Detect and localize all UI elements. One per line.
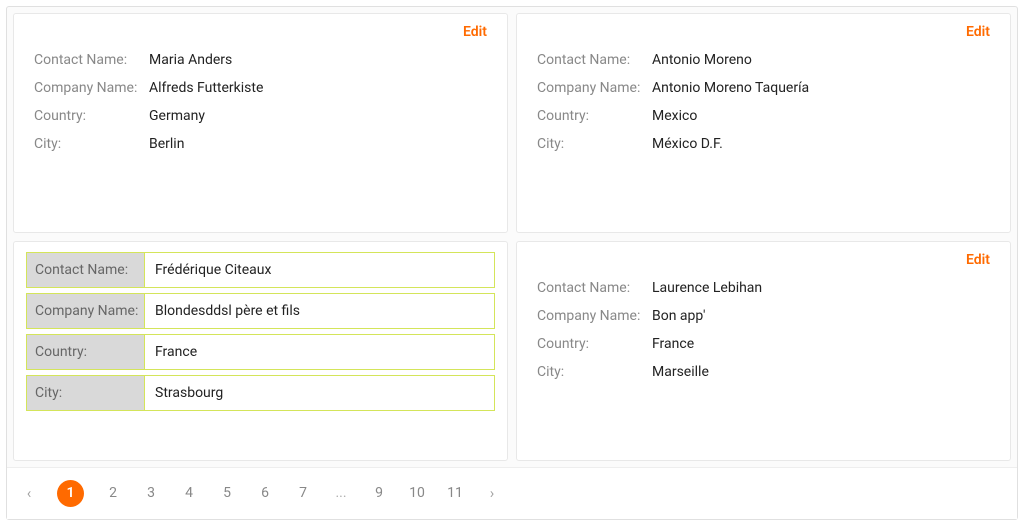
- field-row: City:Marseille: [537, 362, 990, 382]
- country-value: France: [652, 334, 694, 354]
- contact-name-label: Contact Name:: [537, 278, 652, 298]
- pager: ‹ 1234567... 9 10 11 ›: [7, 467, 1017, 519]
- card-toolbar: Edit: [537, 252, 990, 278]
- field-label: Contact Name:: [27, 253, 145, 287]
- pager-page[interactable]: 2: [104, 480, 122, 507]
- pager-page[interactable]: 4: [180, 480, 198, 507]
- field-row: Country:Mexico: [537, 106, 990, 126]
- city-value: Berlin: [149, 134, 184, 154]
- edit-button[interactable]: Edit: [463, 24, 487, 40]
- country-label: Country:: [34, 106, 149, 126]
- pager-prev[interactable]: ‹: [21, 480, 37, 507]
- pager-page[interactable]: 5: [218, 480, 236, 507]
- pager-ellipsis: ...: [332, 480, 350, 507]
- field-row: Contact Name:Laurence Lebihan: [537, 278, 990, 298]
- pager-page-current[interactable]: 1: [57, 480, 84, 507]
- pager-page[interactable]: 11: [446, 480, 464, 507]
- company-name-value: Alfreds Futterkiste: [149, 78, 263, 98]
- company-name-value: Bon app': [652, 306, 706, 326]
- edit-button[interactable]: Edit: [966, 252, 990, 268]
- field-row: City:México D.F.: [537, 134, 990, 154]
- country-label: Country:: [537, 106, 652, 126]
- company-name-label: Company Name:: [34, 78, 149, 98]
- field-row: Contact Name:Maria Anders: [34, 50, 487, 70]
- pager-next[interactable]: ›: [484, 480, 500, 507]
- contact-name-value: Maria Anders: [149, 50, 232, 70]
- city-value: México D.F.: [652, 134, 723, 154]
- contact-name-input[interactable]: [145, 253, 494, 287]
- edit-field-row: City:: [26, 375, 495, 411]
- city-value: Marseille: [652, 362, 709, 382]
- country-input[interactable]: [145, 335, 494, 369]
- edit-field-row: Country:: [26, 334, 495, 370]
- pager-page[interactable]: 10: [408, 480, 426, 507]
- company-name-value: Antonio Moreno Taquería: [652, 78, 809, 98]
- field-row: Contact Name:Antonio Moreno: [537, 50, 990, 70]
- city-input[interactable]: [145, 376, 494, 410]
- contact-card: Contact Name: Company Name: Country: City:: [13, 241, 508, 461]
- contact-name-value: Laurence Lebihan: [652, 278, 762, 298]
- field-label: City:: [27, 376, 145, 410]
- card-toolbar: Edit: [34, 24, 487, 50]
- city-label: City:: [537, 134, 652, 154]
- pager-page[interactable]: 7: [294, 480, 312, 507]
- field-label: Company Name:: [27, 294, 145, 328]
- contact-name-label: Contact Name:: [34, 50, 149, 70]
- country-value: Mexico: [652, 106, 697, 126]
- country-value: Germany: [149, 106, 205, 126]
- city-label: City:: [537, 362, 652, 382]
- contact-card: EditContact Name:Laurence LebihanCompany…: [516, 241, 1011, 461]
- field-row: Company Name:Bon app': [537, 306, 990, 326]
- contact-card: EditContact Name:Antonio MorenoCompany N…: [516, 13, 1011, 233]
- edit-field-row: Company Name:: [26, 293, 495, 329]
- field-row: Country:France: [537, 334, 990, 354]
- pager-page[interactable]: 3: [142, 480, 160, 507]
- city-label: City:: [34, 134, 149, 154]
- field-row: City:Berlin: [34, 134, 487, 154]
- field-row: Company Name:Antonio Moreno Taquería: [537, 78, 990, 98]
- edit-field-row: Contact Name:: [26, 252, 495, 288]
- field-row: Company Name:Alfreds Futterkiste: [34, 78, 487, 98]
- company-name-input[interactable]: [145, 294, 494, 328]
- contact-name-label: Contact Name:: [537, 50, 652, 70]
- pager-page[interactable]: 9: [370, 480, 388, 507]
- field-label: Country:: [27, 335, 145, 369]
- pager-page[interactable]: 6: [256, 480, 274, 507]
- field-row: Country:Germany: [34, 106, 487, 126]
- company-name-label: Company Name:: [537, 78, 652, 98]
- card-toolbar: Edit: [537, 24, 990, 50]
- contact-name-value: Antonio Moreno: [652, 50, 752, 70]
- edit-button[interactable]: Edit: [966, 24, 990, 40]
- country-label: Country:: [537, 334, 652, 354]
- contact-card: EditContact Name:Maria AndersCompany Nam…: [13, 13, 508, 233]
- company-name-label: Company Name:: [537, 306, 652, 326]
